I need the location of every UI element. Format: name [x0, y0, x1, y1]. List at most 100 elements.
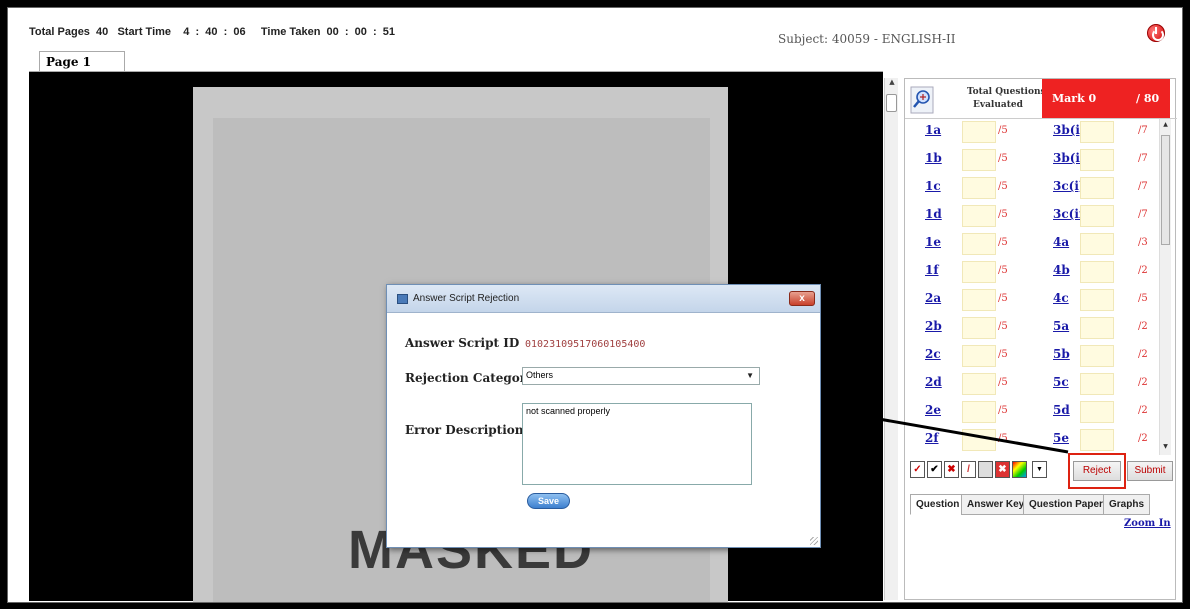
question-link[interactable]: 5b [1053, 347, 1070, 361]
mark-input[interactable] [962, 261, 996, 283]
mark-input[interactable] [1080, 345, 1114, 367]
question-link[interactable]: 1b [925, 151, 942, 165]
zoom-in-link[interactable]: Zoom In [1124, 518, 1171, 529]
max-mark: /2 [1138, 405, 1148, 416]
mark-input[interactable] [962, 345, 996, 367]
max-mark: /5 [998, 377, 1008, 388]
question-link[interactable]: 1e [925, 235, 941, 249]
cross-icon[interactable]: ✖ [944, 461, 959, 478]
close-button[interactable]: x [789, 291, 815, 306]
delete-icon[interactable]: ✖ [995, 461, 1010, 478]
question-link[interactable]: 2f [925, 431, 939, 445]
chevron-down-icon[interactable]: ▼ [1032, 461, 1047, 478]
question-link[interactable]: 2b [925, 319, 942, 333]
color-picker-icon[interactable] [1012, 461, 1027, 478]
mark-input[interactable] [962, 429, 996, 451]
question-link[interactable]: 1a [925, 123, 941, 137]
viewer-scrollbar[interactable]: ▲ [884, 78, 898, 600]
table-row: 2a/5 4c/5 [905, 289, 1160, 311]
mark-input[interactable] [962, 317, 996, 339]
max-mark: /7 [1138, 125, 1148, 136]
question-link[interactable]: 4b [1053, 263, 1070, 277]
tab-pages[interactable]: Page 1 to40 [39, 51, 125, 83]
max-mark: /7 [1138, 209, 1148, 220]
mark-input[interactable] [962, 121, 996, 143]
question-link[interactable]: 1c [925, 179, 941, 193]
tab-graphs[interactable]: Graphs [1103, 494, 1151, 515]
resize-grip-icon[interactable] [810, 537, 818, 545]
table-row: 1c/5 3c(i)/7 [905, 177, 1160, 199]
max-mark: /5 [998, 433, 1008, 444]
table-row: 1d/5 3c(ii)/7 [905, 205, 1160, 227]
reject-button[interactable]: Reject [1073, 461, 1121, 481]
question-link[interactable]: 2a [925, 291, 941, 305]
mark-input[interactable] [962, 205, 996, 227]
mark-input[interactable] [1080, 121, 1114, 143]
comment-icon[interactable] [978, 461, 993, 478]
question-link[interactable]: 5c [1053, 375, 1069, 389]
mark-input[interactable] [1080, 177, 1114, 199]
tab-question[interactable]: Question [910, 494, 966, 515]
mark-summary: Mark 0 / 80 [1042, 79, 1170, 118]
table-row: 1e/5 4a/3 [905, 233, 1160, 255]
mark-input[interactable] [1080, 401, 1114, 423]
question-link[interactable]: 2d [925, 375, 942, 389]
scroll-up-icon[interactable]: ▲ [885, 78, 899, 92]
mark-input[interactable] [1080, 233, 1114, 255]
dialog-titlebar: Answer Script Rejection x [387, 285, 820, 313]
dialog-title: Answer Script Rejection [413, 293, 520, 304]
submit-button[interactable]: Submit [1127, 461, 1173, 481]
max-mark: /2 [1138, 265, 1148, 276]
error-description-label: Error Description [405, 423, 524, 437]
pen-icon[interactable]: / [961, 461, 976, 478]
mark-input[interactable] [1080, 373, 1114, 395]
save-button[interactable]: Save [527, 493, 570, 509]
mark-input[interactable] [1080, 317, 1114, 339]
mark-input[interactable] [962, 289, 996, 311]
max-mark: /5 [998, 237, 1008, 248]
question-link[interactable]: 1f [925, 263, 939, 277]
magnifier-icon[interactable] [910, 86, 934, 114]
scroll-thumb[interactable] [1161, 135, 1170, 245]
max-mark: /3 [1138, 237, 1148, 248]
chevron-down-icon: ▼ [746, 371, 754, 380]
mark-input[interactable] [962, 177, 996, 199]
question-link[interactable]: 2c [925, 347, 941, 361]
mark-input[interactable] [962, 149, 996, 171]
tab-question-paper[interactable]: Question Paper [1023, 494, 1109, 515]
question-link[interactable]: 4a [1053, 235, 1069, 249]
question-link[interactable]: 2e [925, 403, 941, 417]
question-link[interactable]: 5e [1053, 431, 1069, 445]
mark-input[interactable] [1080, 429, 1114, 451]
question-link[interactable]: 5a [1053, 319, 1069, 333]
question-link[interactable]: 4c [1053, 291, 1069, 305]
max-mark: /5 [998, 349, 1008, 360]
window-icon [397, 294, 408, 304]
mark-label: Mark 0 [1052, 92, 1097, 105]
mark-input[interactable] [1080, 205, 1114, 227]
scroll-up-icon[interactable]: ▲ [1160, 121, 1171, 128]
partial-tick-icon[interactable]: ✓ [910, 461, 925, 478]
mark-input[interactable] [1080, 289, 1114, 311]
mark-input[interactable] [1080, 149, 1114, 171]
power-icon[interactable] [1147, 24, 1165, 42]
subject-label: Subject: 40059 - ENGLISH-II [778, 32, 956, 46]
max-mark: /5 [1138, 293, 1148, 304]
rejection-dialog: Answer Script Rejection x Answer Script … [386, 284, 821, 548]
mark-input[interactable] [962, 373, 996, 395]
table-row: 2f/5 5e/2 [905, 429, 1160, 451]
scroll-down-icon[interactable]: ▼ [1160, 443, 1171, 450]
category-select[interactable]: Others ▼ [522, 367, 760, 385]
question-link[interactable]: 1d [925, 207, 942, 221]
mark-input[interactable] [962, 233, 996, 255]
max-mark: /7 [1138, 153, 1148, 164]
table-row: 2e/5 5d/2 [905, 401, 1160, 423]
question-link[interactable]: 5d [1053, 403, 1070, 417]
tab-answer-key[interactable]: Answer Key [961, 494, 1031, 515]
scroll-thumb[interactable] [886, 94, 897, 112]
mark-input[interactable] [962, 401, 996, 423]
tick-icon[interactable]: ✔ [927, 461, 942, 478]
mark-input[interactable] [1080, 261, 1114, 283]
question-scrollbar[interactable]: ▲ ▼ [1159, 119, 1171, 455]
error-description-field[interactable]: not scanned properly [522, 403, 752, 485]
